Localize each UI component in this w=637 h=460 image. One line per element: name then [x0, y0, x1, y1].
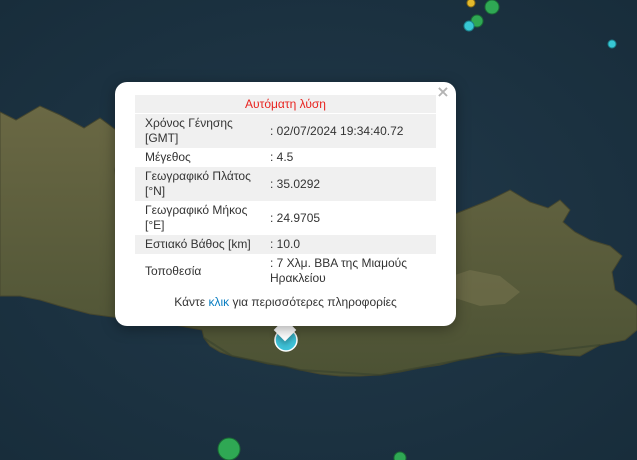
earthquake-marker[interactable] — [484, 0, 500, 15]
solution-type-title: Αυτόματη λύση — [135, 95, 436, 113]
longitude-label: Γεωγραφικό Μήκος [°E] — [145, 203, 248, 232]
depth-label: Εστιακό Βάθος [km] — [135, 235, 266, 254]
close-icon[interactable]: × — [436, 84, 450, 100]
origin-time-label: Χρόνος Γένησης [GMT] — [135, 114, 266, 148]
table-row: Χρόνος Γένησης [GMT] : 02/07/2024 19:34:… — [135, 114, 436, 148]
earthquake-marker[interactable] — [466, 0, 476, 8]
table-row: Τοποθεσία : 7 Χλμ. ΒΒΑ της Μιαμούς Ηρακλ… — [135, 254, 436, 288]
event-details-table: Χρόνος Γένησης [GMT] : 02/07/2024 19:34:… — [135, 114, 436, 288]
magnitude-label: Μέγεθος — [145, 150, 191, 164]
earthquake-popup: × Αυτόματη λύση Χρόνος Γένησης [GMT] : 0… — [115, 82, 456, 326]
more-info-line: Κάντε κλικ για περισσότερες πληροφορίες — [135, 295, 436, 309]
earthquake-marker[interactable] — [217, 437, 241, 460]
location-label: Τοποθεσία — [145, 263, 202, 278]
longitude-value: : 24.9705 — [270, 210, 321, 225]
earthquake-marker[interactable] — [463, 20, 475, 32]
more-info-prefix: Κάντε — [174, 295, 206, 309]
earthquake-marker[interactable] — [393, 451, 407, 460]
more-info-link[interactable]: κλικ — [208, 295, 229, 309]
latitude-label: Γεωγραφικό Πλάτος [°N] — [135, 167, 266, 201]
table-row: Εστιακό Βάθος [km] : 10.0 — [135, 235, 436, 254]
table-row: Μέγεθος : 4.5 — [135, 148, 436, 167]
latitude-value: : 35.0292 — [266, 167, 436, 201]
origin-time-value: : 02/07/2024 19:34:40.72 — [266, 114, 436, 148]
table-row: Γεωγραφικό Πλάτος [°N] : 35.0292 — [135, 167, 436, 201]
more-info-suffix: για περισσότερες πληροφορίες — [232, 295, 397, 309]
table-row: Γεωγραφικό Μήκος [°E] : 24.9705 — [135, 201, 436, 235]
earthquake-marker[interactable] — [607, 39, 617, 49]
depth-value: : 10.0 — [266, 235, 436, 254]
magnitude-value: : 4.5 — [270, 150, 294, 164]
location-value: : 7 Χλμ. ΒΒΑ της Μιαμούς Ηρακλείου — [270, 256, 408, 285]
